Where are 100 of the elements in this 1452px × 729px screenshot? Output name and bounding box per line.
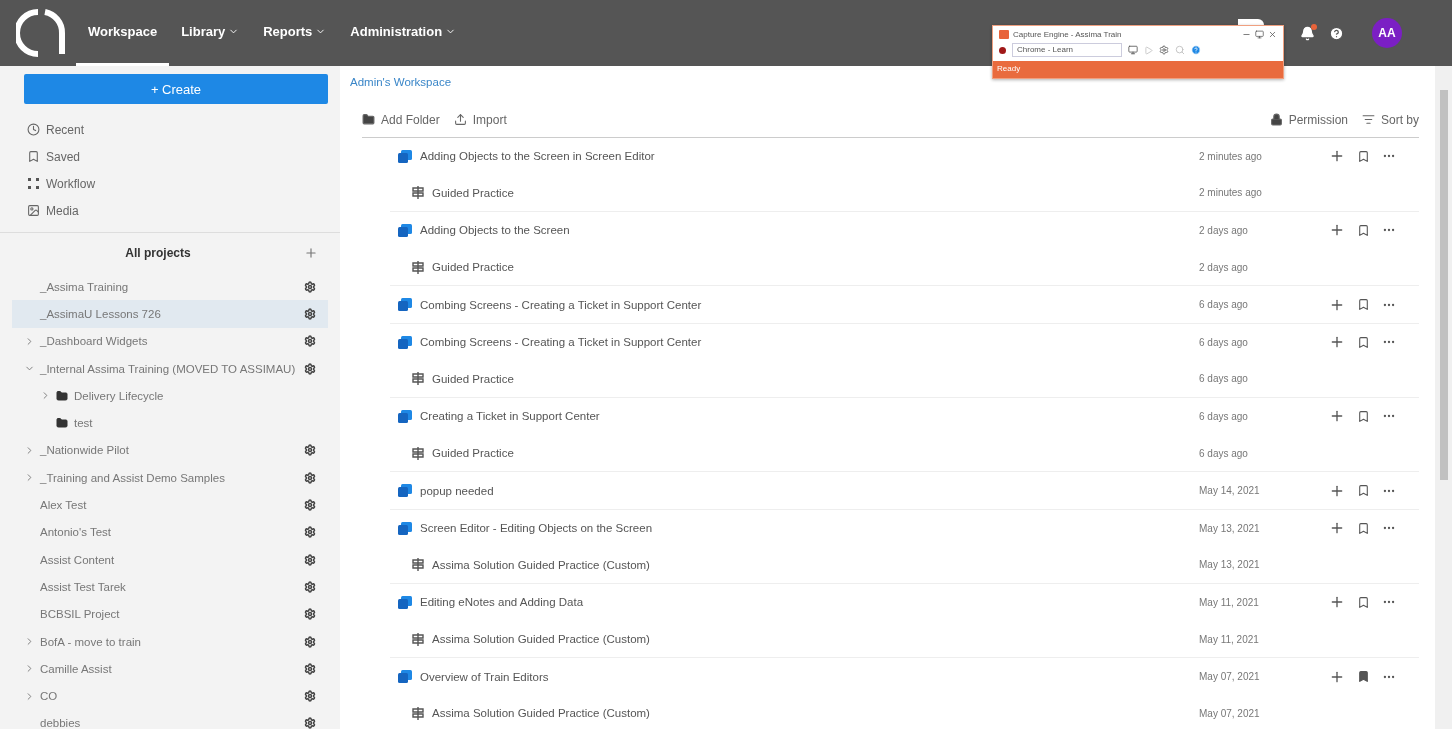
modified-time: May 07, 2021 — [1199, 671, 1261, 683]
import-button[interactable]: Import — [453, 112, 507, 127]
sidebar-link[interactable]: Recent — [46, 122, 85, 137]
project-item[interactable]: Assist Content — [12, 545, 328, 574]
gear-icon — [304, 553, 316, 566]
bookmark-icon[interactable] — [1357, 298, 1370, 312]
sidebar-link[interactable]: Workflow — [46, 176, 96, 191]
gear-icon — [304, 471, 316, 484]
lesson-icon — [398, 335, 412, 349]
sidebar-link[interactable]: Saved — [46, 149, 81, 164]
project-item[interactable]: BofA - move to train — [12, 627, 328, 656]
modified-time: 6 days ago — [1199, 336, 1249, 348]
item-title[interactable]: popup needed — [420, 484, 494, 497]
nav-tab[interactable]: Administration — [338, 0, 469, 66]
gear-icon — [304, 580, 316, 593]
practice-icon — [412, 446, 424, 460]
logo[interactable] — [16, 8, 66, 58]
project-item[interactable]: Alex Test — [12, 491, 328, 519]
item-title[interactable]: Assima Solution Guided Practice (Custom) — [432, 633, 650, 645]
bookmark-icon[interactable] — [1357, 149, 1370, 163]
bookmark-icon[interactable] — [1357, 670, 1370, 684]
bookmark-icon[interactable] — [1357, 409, 1370, 423]
project-item[interactable]: debbies — [12, 709, 328, 729]
item-title[interactable]: Guided Practice — [432, 372, 514, 385]
item-title[interactable]: Assima Solution Guided Practice (Custom) — [432, 707, 650, 720]
project-item[interactable]: _Internal Assima Training (MOVED TO ASSIMAU) — [12, 354, 328, 383]
window-title: Capture Engine - Assima Train — [1013, 29, 1123, 39]
item-title[interactable]: Adding Objects to the Screen — [420, 224, 570, 237]
permission-button[interactable]: Permission — [1269, 112, 1348, 127]
gear-icon — [304, 662, 316, 675]
gear-icon — [304, 280, 316, 293]
project-item[interactable]: _Assima Training — [12, 273, 328, 301]
item-title[interactable]: Editing eNotes and Adding Data — [420, 596, 584, 609]
project-item[interactable]: Antonio's Test — [12, 518, 328, 546]
sidebar-link[interactable]: Media — [46, 203, 79, 218]
modified-time: 6 days ago — [1199, 447, 1249, 459]
project-item[interactable]: test — [12, 409, 328, 437]
create-button[interactable]: + Create — [24, 74, 328, 104]
lesson-icon — [398, 521, 412, 535]
zoom-icon — [1175, 45, 1185, 55]
lesson-icon — [398, 670, 412, 684]
item-title[interactable]: Assima Solution Guided Practice (Custom) — [432, 558, 650, 571]
gear-icon — [304, 335, 316, 348]
item-title[interactable]: Combing Screens - Creating a Ticket in Support Center — [420, 336, 702, 349]
bookmark-icon[interactable] — [1357, 521, 1370, 535]
nav-tab[interactable]: Library — [169, 0, 252, 66]
nav-tab[interactable]: Reports — [251, 0, 339, 66]
status-bar: Ready — [993, 61, 1283, 78]
bookmark-icon[interactable] — [1357, 484, 1370, 498]
upload-icon — [453, 113, 467, 126]
source-select[interactable]: Chrome - Learn — [1012, 43, 1122, 57]
project-item[interactable]: _Nationwide Pilot — [12, 436, 328, 465]
bell-icon[interactable] — [1300, 25, 1315, 41]
project-item[interactable]: BCBSIL Project — [12, 600, 328, 628]
item-title[interactable]: Guided Practice — [432, 261, 514, 274]
modified-time: 2 days ago — [1199, 225, 1249, 236]
modified-time: 2 days ago — [1199, 261, 1249, 273]
folder-icon — [56, 417, 68, 430]
lesson-icon — [398, 484, 412, 498]
project-item[interactable]: Camille Assist — [12, 655, 328, 683]
breadcrumb-link[interactable]: Admin's Workspace — [350, 76, 452, 88]
item-title[interactable]: Guided Practice — [432, 186, 514, 199]
lesson-icon — [398, 149, 412, 163]
folder-icon — [56, 389, 68, 402]
bookmark-icon[interactable] — [1357, 224, 1370, 237]
project-item[interactable]: _AssimaU Lessons 726 — [12, 300, 328, 328]
avatar[interactable]: AA — [1372, 18, 1402, 48]
gear-icon — [304, 307, 316, 320]
item-title[interactable]: Guided Practice — [432, 447, 514, 460]
project-item[interactable]: _Dashboard Widgets — [12, 327, 328, 355]
modified-time: 6 days ago — [1199, 410, 1249, 422]
project-item[interactable]: _Training and Assist Demo Samples — [12, 464, 328, 492]
project-item[interactable]: CO — [12, 682, 328, 710]
play-icon — [1144, 45, 1153, 55]
record-icon[interactable] — [999, 46, 1006, 54]
practice-icon — [412, 706, 424, 720]
modified-time: 6 days ago — [1199, 299, 1249, 311]
modified-time: 6 days ago — [1199, 373, 1249, 385]
bookmark-icon[interactable] — [1357, 335, 1370, 349]
scrollbar[interactable] — [1439, 90, 1448, 480]
practice-icon — [412, 186, 424, 200]
app-logo-icon — [999, 29, 1009, 39]
projects-title: All projects — [124, 246, 192, 260]
item-title[interactable]: Adding Objects to the Screen in Screen Editor — [420, 150, 655, 163]
modified-time: May 07, 2021 — [1199, 707, 1261, 719]
project-item[interactable]: Delivery Lifecycle — [12, 382, 328, 410]
help-icon[interactable] — [1329, 25, 1344, 41]
lesson-icon — [398, 224, 412, 237]
sort-button[interactable]: Sort by — [1362, 112, 1419, 127]
gear-icon — [1159, 45, 1169, 55]
gear-icon — [304, 526, 316, 539]
item-title[interactable]: Screen Editor - Editing Objects on the Screen — [420, 522, 653, 535]
item-title[interactable]: Creating a Ticket in Support Center — [420, 410, 600, 423]
item-title[interactable]: Overview of Train Editors — [420, 670, 549, 683]
project-item[interactable]: Assist Test Tarek — [12, 573, 328, 601]
item-title[interactable]: Combing Screens - Creating a Ticket in Support Center — [420, 298, 702, 311]
bookmark-icon[interactable] — [1357, 595, 1370, 609]
add-folder-button[interactable]: Add Folder — [362, 112, 440, 127]
practice-icon — [412, 558, 424, 572]
gear-icon — [304, 362, 316, 375]
